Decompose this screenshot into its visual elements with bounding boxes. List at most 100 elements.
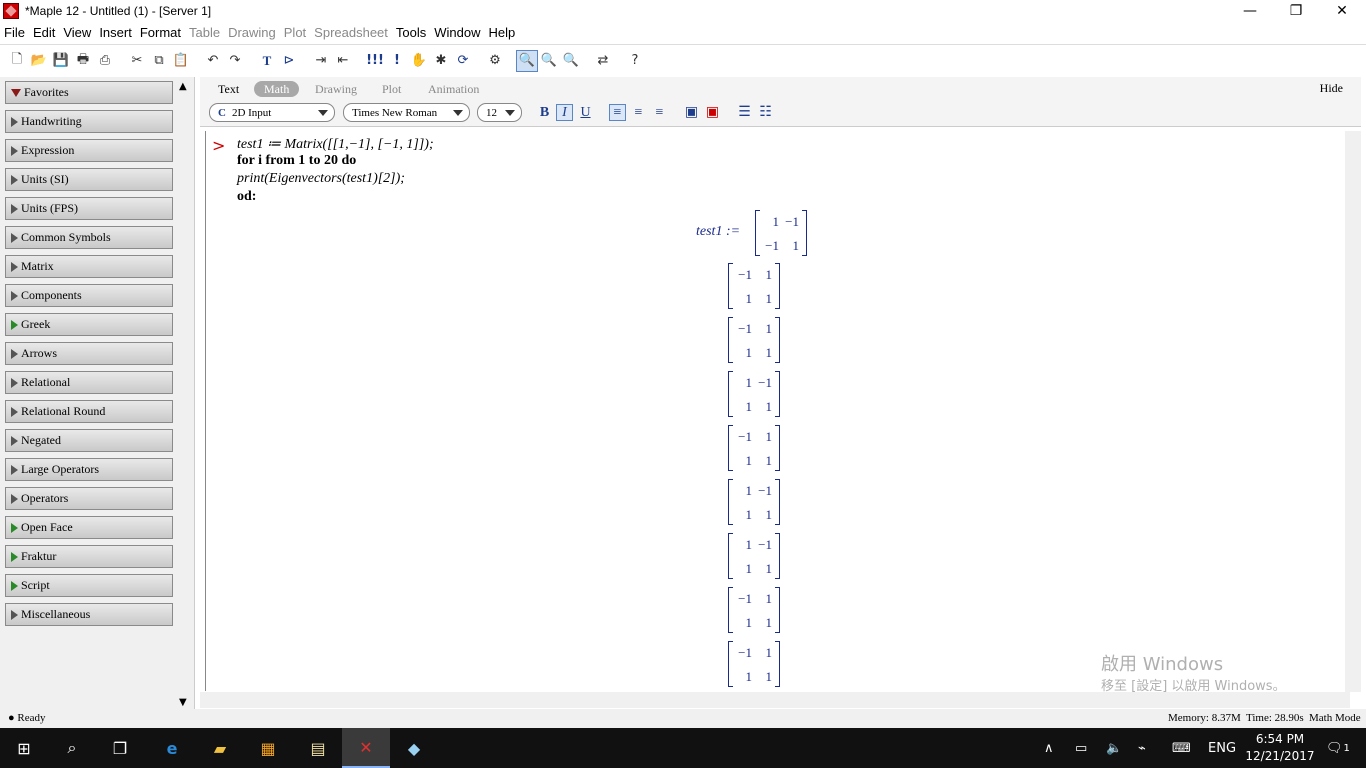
execute-all-icon[interactable]: !!! [364,50,386,72]
cut-icon[interactable]: ✂ [126,50,148,72]
notification-center-icon[interactable]: 🗨 1 [1326,728,1350,768]
bold-button[interactable]: B [536,104,553,121]
palette-miscellaneous[interactable]: Miscellaneous [5,603,173,626]
menu-edit[interactable]: Edit [29,25,59,40]
align-left-icon[interactable]: ≡ [609,104,626,121]
keyboard-icon[interactable]: ⌨ [1172,728,1191,768]
palette-relational-round[interactable]: Relational Round [5,400,173,423]
task-view-icon[interactable]: ❐ [96,728,144,768]
start-windows-icon[interactable]: ⊞ [0,728,48,768]
show-hidden-icons-icon[interactable]: ∧ [1044,728,1054,768]
palette-script[interactable]: Script [5,574,173,597]
palette-operators[interactable]: Operators [5,487,173,510]
language-indicator[interactable]: ENG [1208,728,1236,768]
indent-icon[interactable]: ⇥ [310,50,332,72]
font-size-dropdown[interactable]: 12 [477,103,522,122]
context-tab-plot[interactable]: Plot [372,81,411,97]
highlight-color-icon[interactable]: ▣ [704,104,721,121]
code-line[interactable]: print(Eigenvectors(test1)[2]); [237,171,405,187]
palette-arrows[interactable]: Arrows [5,342,173,365]
minimize-button[interactable]: — [1227,0,1273,22]
menu-format[interactable]: Format [136,25,185,40]
context-tab-drawing[interactable]: Drawing [305,81,367,97]
restart-icon[interactable]: ⟳ [452,50,474,72]
maple-app-icon[interactable] [3,3,19,19]
stop-hand-icon[interactable]: ✋ [408,50,430,72]
paste-icon[interactable]: 📋 [170,50,192,72]
palette-open-face[interactable]: Open Face [5,516,173,539]
help-icon[interactable]: ? [624,50,646,72]
underline-button[interactable]: U [577,104,594,121]
palette-scrollbar[interactable]: ▲ ▼ [177,77,191,710]
context-tab-animation[interactable]: Animation [418,81,489,97]
code-line[interactable]: for i from 1 to 20 do [237,153,356,169]
align-center-icon[interactable]: ≡ [630,104,647,121]
numbered-list-icon[interactable]: ☷ [757,104,774,121]
palette-common-symbols[interactable]: Common Symbols [5,226,173,249]
menu-table[interactable]: Table [185,25,224,40]
text-color-icon[interactable]: ▣ [683,104,700,121]
context-tab-math[interactable]: Math [254,81,300,97]
zoom-150-icon[interactable]: 🔍 [538,50,560,72]
clock[interactable]: 6:54 PM 12/21/2017 [1242,731,1318,765]
scroll-up-icon[interactable]: ▲ [179,81,187,92]
search-icon[interactable]: ⌕ [48,728,96,768]
menu-drawing[interactable]: Drawing [224,25,280,40]
restore-button[interactable]: ❐ [1273,0,1319,22]
menu-spreadsheet[interactable]: Spreadsheet [310,25,392,40]
input-mode-dropdown[interactable]: C 2D Input [209,103,335,122]
close-button[interactable]: ✕ [1319,0,1365,22]
undo-icon[interactable]: ↶ [202,50,224,72]
palette-greek[interactable]: Greek [5,313,173,336]
palette-expression[interactable]: Expression [5,139,173,162]
palette-negated[interactable]: Negated [5,429,173,452]
battery-icon[interactable]: ▭ [1075,728,1087,768]
notepad-icon[interactable]: ▤ [294,728,342,768]
align-right-icon[interactable]: ≡ [651,104,668,121]
print-icon[interactable]: ⎙ [94,50,116,72]
palette-handwriting[interactable]: Handwriting [5,110,173,133]
edge-browser-icon[interactable]: e [148,728,196,768]
worksheet[interactable]: > test1 ≔ Matrix([[1,−1], [−1, 1]]); for … [205,131,1345,691]
menu-help[interactable]: Help [485,25,520,40]
execute-icon[interactable]: ! [386,50,408,72]
menu-insert[interactable]: Insert [95,25,136,40]
code-line[interactable]: od: [237,189,256,205]
bullet-list-icon[interactable]: ☰ [736,104,753,121]
palette-units-fps[interactable]: Units (FPS) [5,197,173,220]
context-tab-text[interactable]: Text [208,81,249,97]
zoom-100-icon[interactable]: 🔍 [516,49,538,72]
hide-button[interactable]: Hide [1320,81,1343,96]
font-dropdown[interactable]: Times New Roman [343,103,470,122]
italic-button[interactable]: I [556,104,573,121]
menu-tools[interactable]: Tools [392,25,430,40]
new-document-icon[interactable]: 🗋 [6,50,28,72]
switch-icon[interactable]: ⇄ [592,50,614,72]
redo-icon[interactable]: ↷ [224,50,246,72]
prompt-mode-icon[interactable]: ⊳ [278,50,300,72]
volume-muted-icon[interactable]: 🔈 [1106,728,1122,768]
print-preview-icon[interactable]: 🖶 [72,50,94,72]
outdent-icon[interactable]: ⇤ [332,50,354,72]
palette-units-si[interactable]: Units (SI) [5,168,173,191]
app-taskbar-icon[interactable]: ◆ [390,728,438,768]
zoom-200-icon[interactable]: 🔍 [560,50,582,72]
palette-fraktur[interactable]: Fraktur [5,545,173,568]
copy-icon[interactable]: ⧉ [148,50,170,72]
store-icon[interactable]: ▦ [244,728,292,768]
menu-plot[interactable]: Plot [280,25,310,40]
maple-taskbar-icon[interactable]: ✕ [342,728,390,768]
worksheet-vertical-scrollbar[interactable] [1345,131,1361,692]
open-folder-icon[interactable]: 📂 [28,50,50,72]
settings-gear-icon[interactable]: ⚙ [484,50,506,72]
palette-matrix[interactable]: Matrix [5,255,173,278]
palette-large-operators[interactable]: Large Operators [5,458,173,481]
menu-file[interactable]: File [0,25,29,40]
save-icon[interactable]: 💾 [50,50,72,72]
menu-view[interactable]: View [59,25,95,40]
menu-window[interactable]: Window [430,25,484,40]
code-line[interactable]: test1 ≔ Matrix([[1,−1], [−1, 1]]); [237,136,434,153]
palette-favorites[interactable]: Favorites [5,81,173,104]
network-icon[interactable]: ⌁ [1138,728,1146,768]
worksheet-horizontal-scrollbar[interactable] [200,692,1350,708]
